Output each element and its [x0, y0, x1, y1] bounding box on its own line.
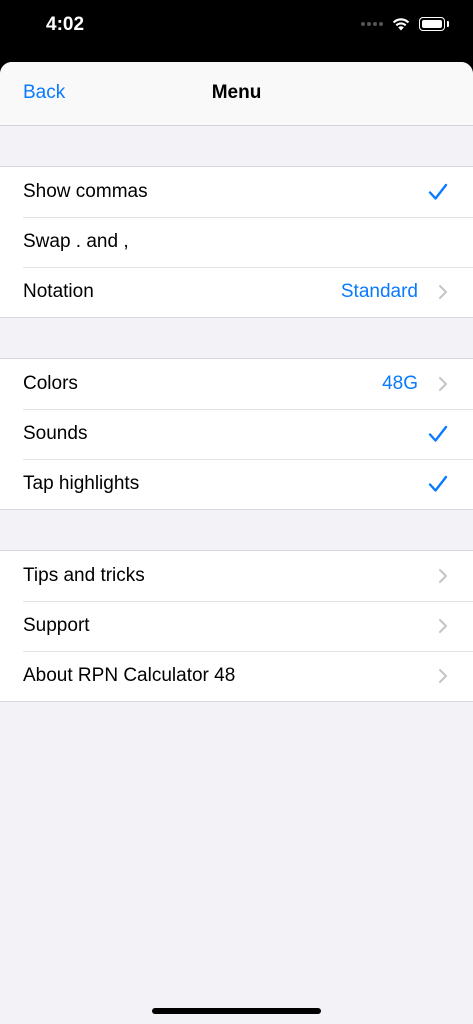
- row-label: Tap highlights: [23, 473, 140, 494]
- chevron-right-icon: [439, 377, 447, 391]
- home-indicator[interactable]: [152, 1008, 321, 1014]
- row-value: 48G: [382, 373, 418, 394]
- chevron-right-icon: [439, 619, 447, 633]
- show-commas-row[interactable]: Show commas: [0, 167, 473, 217]
- row-label: Notation: [23, 281, 94, 302]
- tap-highlights-row[interactable]: Tap highlights: [0, 459, 473, 509]
- tips-and-tricks-row[interactable]: Tips and tricks: [0, 551, 473, 601]
- row-label: Show commas: [23, 181, 148, 202]
- row-label: Tips and tricks: [23, 565, 145, 586]
- settings-group-info: Tips and tricks Support About RPN Calcul…: [0, 550, 473, 702]
- sounds-row[interactable]: Sounds: [0, 409, 473, 459]
- status-bar: 4:02: [0, 0, 473, 62]
- row-label: About RPN Calculator 48: [23, 665, 236, 686]
- check-icon: [428, 475, 448, 492]
- chevron-right-icon: [439, 285, 447, 299]
- wifi-icon: [392, 18, 410, 31]
- row-label: Swap . and ,: [23, 231, 129, 252]
- chevron-right-icon: [439, 569, 447, 583]
- page-title: Menu: [211, 82, 262, 103]
- menu-sheet: Back Menu Show commas Swap . and , Notat…: [0, 62, 473, 1024]
- navigation-bar: Back Menu: [0, 62, 473, 126]
- back-button[interactable]: Back: [23, 82, 65, 104]
- about-row[interactable]: About RPN Calculator 48: [0, 651, 473, 701]
- settings-group-appearance: Colors 48G Sounds Tap highlights: [0, 358, 473, 510]
- row-label: Support: [23, 615, 90, 636]
- status-icons: [361, 16, 449, 32]
- chevron-right-icon: [439, 669, 447, 683]
- support-row[interactable]: Support: [0, 601, 473, 651]
- row-label: Colors: [23, 373, 78, 394]
- row-value: Standard: [340, 281, 418, 302]
- settings-group-format: Show commas Swap . and , Notation Standa…: [0, 166, 473, 318]
- row-label: Sounds: [23, 423, 88, 444]
- cellular-signal-icon: [361, 22, 383, 26]
- check-icon: [428, 425, 448, 442]
- notation-row[interactable]: Notation Standard: [0, 267, 473, 317]
- battery-icon: [419, 16, 449, 32]
- check-icon: [428, 183, 448, 200]
- status-time: 4:02: [46, 14, 85, 35]
- swap-separators-row[interactable]: Swap . and ,: [0, 217, 473, 267]
- colors-row[interactable]: Colors 48G: [0, 359, 473, 409]
